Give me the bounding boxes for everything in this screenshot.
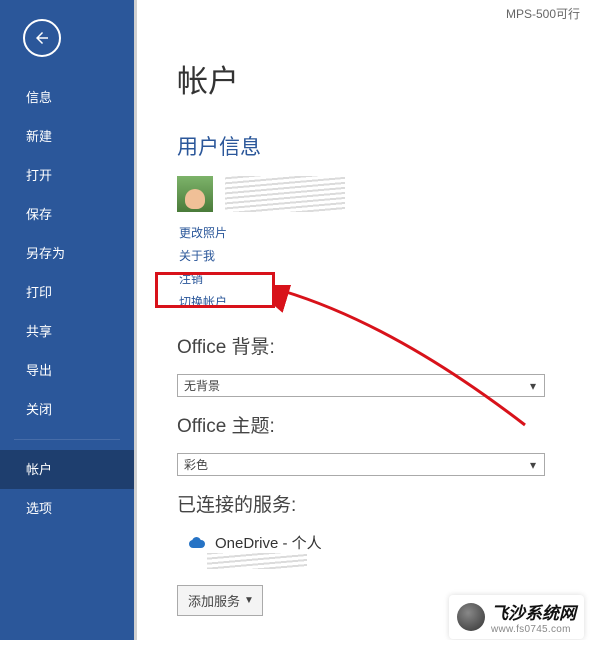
service-account-redacted (177, 553, 590, 571)
office-background-heading: Office 背景: (177, 332, 590, 359)
chevron-down-icon: ▾ (526, 458, 540, 472)
about-me-link[interactable]: 关于我 (177, 245, 590, 268)
chevron-down-icon: ▼ (244, 595, 254, 606)
sidebar-item-saveas[interactable]: 另存为 (0, 234, 134, 273)
watermark: 飞沙系统网 www.fs0745.com (449, 595, 584, 639)
sidebar-label: 导出 (26, 363, 52, 378)
sidebar-label: 帐户 (26, 462, 52, 477)
service-label: OneDrive - 个人 (215, 532, 322, 553)
dropdown-value: 彩色 (184, 456, 208, 473)
backstage-sidebar: 信息 新建 打开 保存 另存为 打印 共享 导出 关闭 帐户 选项 (0, 0, 134, 640)
sidebar-item-account[interactable]: 帐户 (0, 450, 134, 489)
sidebar-label: 选项 (26, 501, 52, 516)
watermark-logo-icon (457, 603, 485, 631)
sidebar-label: 保存 (26, 207, 52, 222)
sidebar-label: 另存为 (26, 246, 65, 261)
page-title: 帐户 (177, 56, 590, 101)
user-info-heading: 用户信息 (177, 131, 590, 161)
dropdown-value: 无背景 (184, 377, 220, 394)
add-service-button[interactable]: 添加服务 ▼ (177, 585, 263, 616)
sidebar-item-open[interactable]: 打开 (0, 156, 134, 195)
sidebar-item-share[interactable]: 共享 (0, 312, 134, 351)
onedrive-icon (189, 537, 205, 548)
sidebar-item-close[interactable]: 关闭 (0, 390, 134, 429)
connected-services-heading: 已连接的服务: (177, 490, 590, 517)
back-arrow-icon (33, 29, 51, 47)
change-photo-link[interactable]: 更改照片 (177, 222, 590, 245)
content-area: MPS-500可行 帐户 用户信息 更改照片 关于我 注销 切换帐户 Offic… (137, 0, 590, 640)
user-info-row (177, 176, 590, 212)
avatar (177, 176, 213, 212)
sidebar-item-info[interactable]: 信息 (0, 78, 134, 117)
sign-out-link[interactable]: 注销 (177, 268, 590, 291)
sidebar-list: 信息 新建 打开 保存 另存为 打印 共享 导出 关闭 帐户 选项 (0, 78, 134, 528)
sidebar-item-print[interactable]: 打印 (0, 273, 134, 312)
sidebar-item-new[interactable]: 新建 (0, 117, 134, 156)
sidebar-divider (14, 439, 120, 440)
chevron-down-icon: ▾ (526, 379, 540, 393)
sidebar-label: 打印 (26, 285, 52, 300)
document-title: MPS-500可行 (506, 5, 580, 22)
account-link-list: 更改照片 关于我 注销 切换帐户 (177, 222, 590, 314)
switch-account-link[interactable]: 切换帐户 (177, 291, 590, 314)
button-label: 添加服务 (188, 591, 240, 610)
sidebar-item-options[interactable]: 选项 (0, 489, 134, 528)
service-onedrive: OneDrive - 个人 (177, 532, 590, 553)
office-theme-heading: Office 主题: (177, 411, 590, 438)
watermark-url: www.fs0745.com (491, 624, 576, 635)
office-background-dropdown[interactable]: 无背景 ▾ (177, 374, 545, 397)
sidebar-label: 信息 (26, 90, 52, 105)
sidebar-label: 打开 (26, 168, 52, 183)
sidebar-label: 共享 (26, 324, 52, 339)
back-button[interactable] (23, 19, 61, 57)
office-theme-dropdown[interactable]: 彩色 ▾ (177, 453, 545, 476)
sidebar-label: 关闭 (26, 402, 52, 417)
watermark-title: 飞沙系统网 (491, 599, 576, 624)
sidebar-item-export[interactable]: 导出 (0, 351, 134, 390)
sidebar-item-save[interactable]: 保存 (0, 195, 134, 234)
sidebar-label: 新建 (26, 129, 52, 144)
user-name-redacted (225, 176, 345, 212)
